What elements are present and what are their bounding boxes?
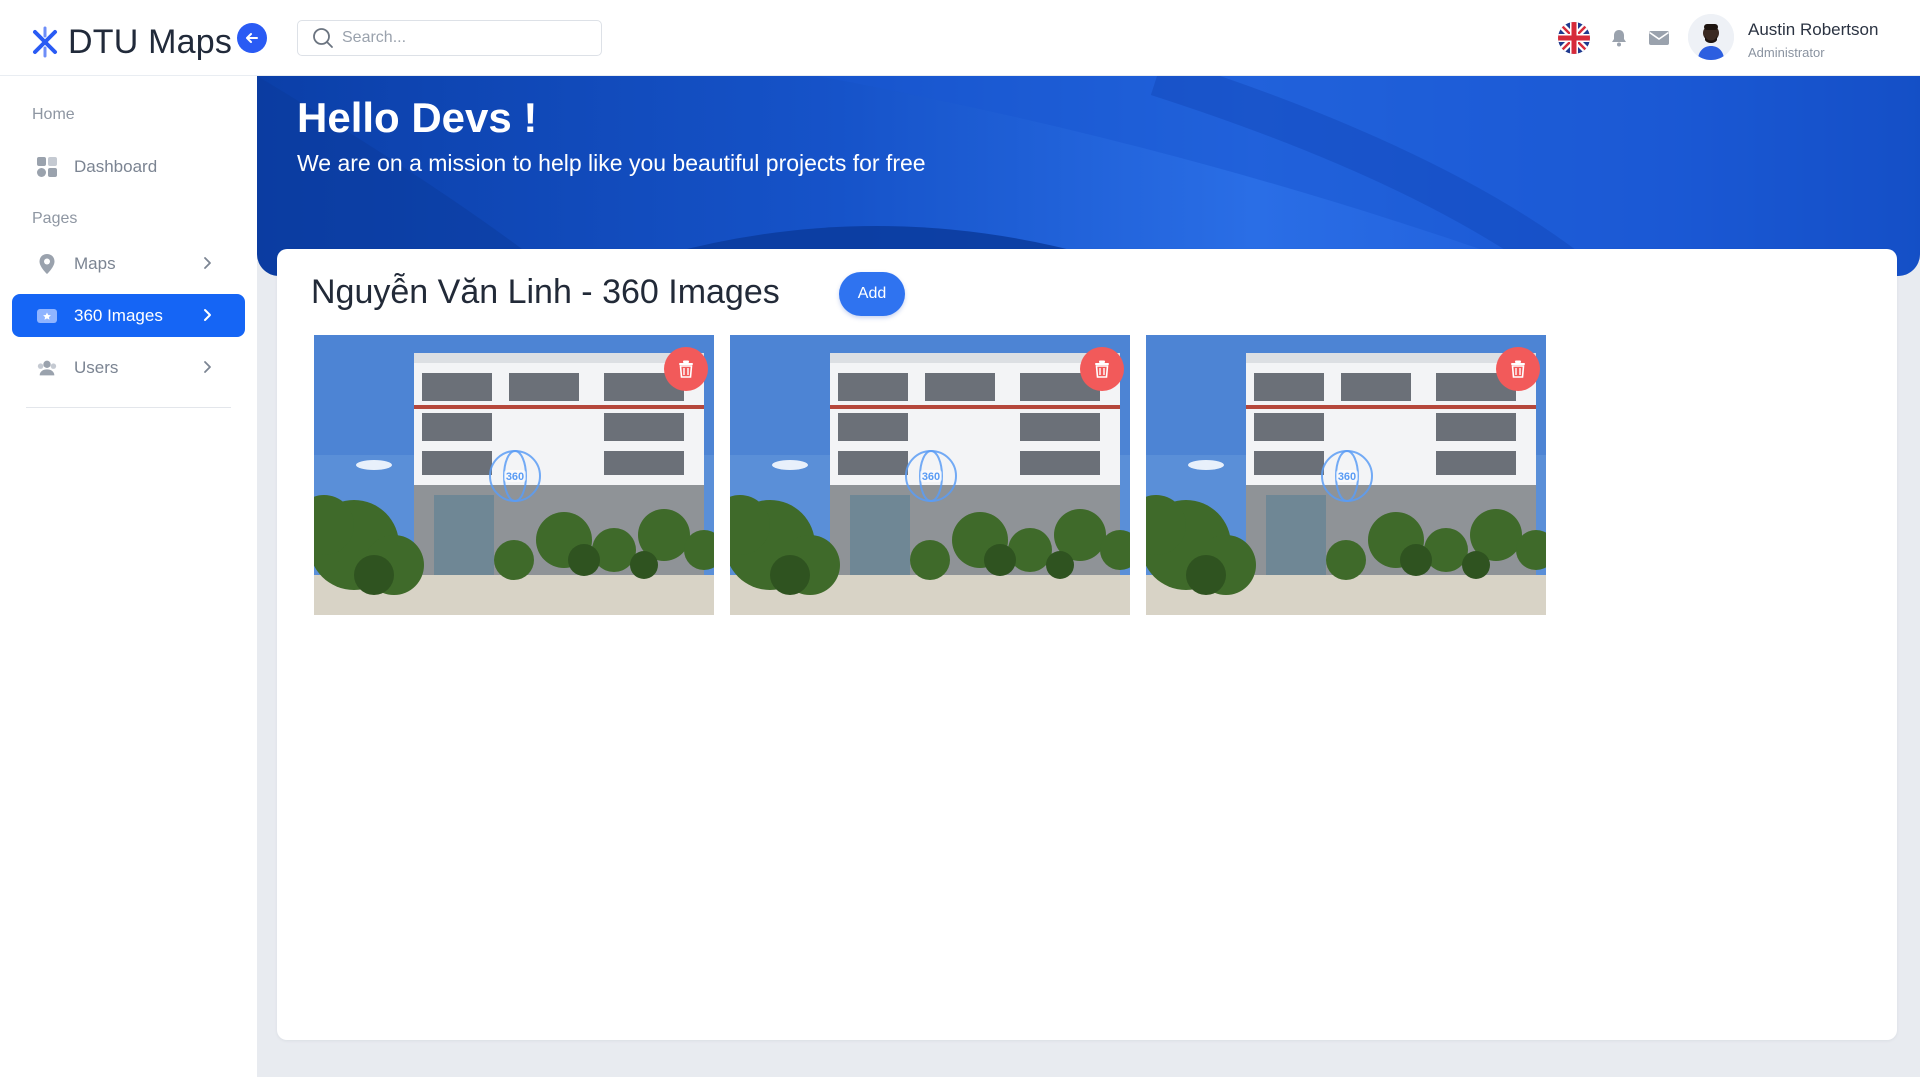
add-image-button[interactable]: Add <box>839 272 905 316</box>
360-label: 360 <box>506 471 524 483</box>
sidebar-section-home: Home <box>32 106 75 123</box>
trash-icon <box>679 360 693 378</box>
delete-image-button[interactable] <box>1496 347 1540 391</box>
dashboard-icon <box>36 156 58 178</box>
brand-logo-icon <box>33 26 57 58</box>
trash-icon <box>1511 360 1525 378</box>
image-thumbnail[interactable]: 360 <box>314 335 714 615</box>
search-icon <box>313 28 333 48</box>
360-badge: 360 <box>1318 447 1376 505</box>
360-badge: 360 <box>486 447 544 505</box>
sidebar-item-label: 360 Images <box>74 305 163 325</box>
arrow-left-icon <box>246 33 258 43</box>
sidebar-item-dashboard[interactable]: Dashboard <box>12 145 245 188</box>
map-pin-icon <box>36 253 58 275</box>
360-label: 360 <box>922 471 940 483</box>
chevron-right-icon <box>204 361 211 373</box>
360-label: 360 <box>1338 471 1356 483</box>
bell-icon[interactable] <box>1608 27 1630 49</box>
sidebar-item-360-images[interactable]: 360 Images <box>12 294 245 337</box>
globe-360-icon: 360 <box>489 450 541 502</box>
brand-name: DTU Maps <box>68 22 233 61</box>
trash-icon <box>1095 360 1109 378</box>
image-thumbnail[interactable]: 360 <box>1146 335 1546 615</box>
search-box[interactable] <box>297 20 602 56</box>
user-role: Administrator <box>1748 45 1825 60</box>
sidebar-item-users[interactable]: Users <box>12 346 245 389</box>
sidebar-section-pages: Pages <box>32 210 78 227</box>
delete-image-button[interactable] <box>664 347 708 391</box>
sidebar-item-label: Dashboard <box>74 156 158 176</box>
avatar[interactable] <box>1688 14 1734 60</box>
language-flag-icon[interactable] <box>1558 22 1590 54</box>
search-input[interactable] <box>342 29 592 47</box>
user-name[interactable]: Austin Robertson <box>1748 20 1878 40</box>
page-title: Nguyễn Văn Linh - 360 Images <box>311 273 780 311</box>
image-thumbnail[interactable]: 360 <box>730 335 1130 615</box>
top-bar: DTU Maps Search... Austin Robertson Admi… <box>0 0 1920 76</box>
image-icon <box>36 305 58 327</box>
welcome-banner: Hello Devs ! We are on a mission to help… <box>257 76 1920 276</box>
mail-icon[interactable] <box>1648 27 1670 49</box>
banner-title: Hello Devs ! <box>297 94 538 141</box>
globe-360-icon: 360 <box>1321 450 1373 502</box>
collapse-sidebar-button[interactable] <box>237 23 267 53</box>
sidebar: Home Dashboard Pages Maps 360 Images Use… <box>0 76 257 1077</box>
images-card: Nguyễn Văn Linh - 360 Images Add 360 360… <box>277 249 1897 1040</box>
chevron-right-icon <box>204 257 211 269</box>
sidebar-divider <box>26 407 231 408</box>
banner-subtitle: We are on a mission to help like you bea… <box>297 150 926 176</box>
globe-360-icon: 360 <box>905 450 957 502</box>
sidebar-item-maps[interactable]: Maps <box>12 242 245 285</box>
chevron-right-icon <box>204 309 211 321</box>
header-actions <box>1558 20 1688 56</box>
sidebar-item-label: Users <box>74 357 119 377</box>
brand[interactable]: DTU Maps <box>28 22 232 62</box>
users-icon <box>36 357 58 379</box>
sidebar-item-label: Maps <box>74 253 116 273</box>
delete-image-button[interactable] <box>1080 347 1124 391</box>
360-badge: 360 <box>902 447 960 505</box>
